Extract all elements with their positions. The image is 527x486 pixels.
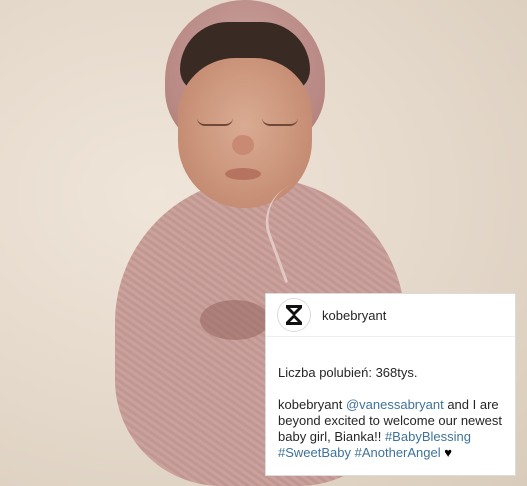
post-username[interactable]: kobebryant bbox=[322, 308, 386, 323]
mouth bbox=[225, 168, 261, 180]
avatar[interactable] bbox=[277, 298, 311, 332]
hashtag-link[interactable]: #AnotherAngel bbox=[355, 445, 441, 460]
hashtag-link[interactable]: #BabyBlessing bbox=[385, 429, 471, 444]
left-eye bbox=[197, 118, 233, 126]
likes-count[interactable]: Liczba polubień: 368tys. bbox=[278, 365, 515, 380]
post-header: kobebryant bbox=[266, 294, 515, 337]
wrap-knot bbox=[200, 300, 270, 340]
mention-link[interactable]: @vanessabryant bbox=[346, 397, 444, 412]
post-card: kobebryant Liczba polubień: 368tys. kobe… bbox=[265, 293, 516, 476]
post-caption: kobebryant @vanessabryant and I are beyo… bbox=[278, 397, 503, 461]
hashtag-link[interactable]: #SweetBaby bbox=[278, 445, 351, 460]
right-eye bbox=[262, 118, 298, 126]
kobe-logo-icon bbox=[286, 305, 302, 325]
nose bbox=[232, 135, 254, 155]
caption-author[interactable]: kobebryant bbox=[278, 397, 342, 412]
heart-icon: ♥ bbox=[444, 445, 452, 460]
